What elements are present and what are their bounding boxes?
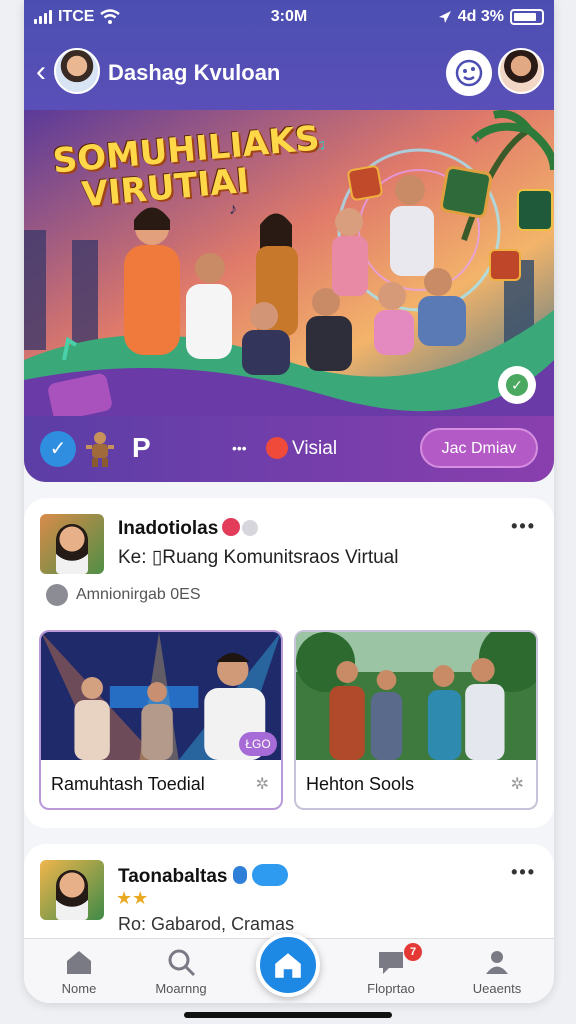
profile-avatar[interactable] xyxy=(498,48,544,94)
star-icons: ★★ xyxy=(116,888,149,908)
sparkle-icon[interactable]: ✲ xyxy=(511,774,524,794)
sparkle-icon[interactable]: ✲ xyxy=(256,774,269,794)
user-icon xyxy=(486,951,508,974)
avatar[interactable] xyxy=(54,48,100,94)
app-header: ‹ Dashag Kvuloan xyxy=(24,46,554,102)
phone-screen: ITCE 3:0M 4d 3% ‹ Dashag Kvuloan ♪ ♫ ♪ S… xyxy=(24,0,554,1003)
post-subtitle: Ke: ▯Ruang Komunitsraos Virtual xyxy=(118,547,399,568)
home-icon xyxy=(67,951,91,974)
media-tile[interactable]: Hehton Sools ✲ xyxy=(294,630,538,810)
status-bar: ITCE 3:0M 4d 3% xyxy=(24,8,554,30)
hero-banner[interactable]: ♪ ♫ ♪ SOMUHILIAKS VIRUTIAI ✓ ✓ P ••• Vis… xyxy=(24,110,554,482)
video-badge-icon xyxy=(252,864,289,886)
nav-search[interactable]: Moarnng xyxy=(136,947,226,996)
post-subtitle: Ro: Gabarod, Cramas xyxy=(118,914,295,934)
post-avatar[interactable] xyxy=(40,514,104,574)
record-icon[interactable] xyxy=(266,437,288,459)
post-author[interactable]: Inadotiolas xyxy=(118,518,259,540)
heart-badge-icon xyxy=(222,518,241,536)
nav-notifications[interactable]: 7 Floprtao xyxy=(346,943,436,996)
home-indicator xyxy=(184,1012,392,1018)
svg-text:♪: ♪ xyxy=(474,131,481,147)
post-author[interactable]: Taonabaltas xyxy=(118,864,289,888)
post-card: Taonabaltas ••• ★★ Ro: Gabarod, Cramas xyxy=(24,844,554,944)
top-bar: ITCE 3:0M 4d 3% ‹ Dashag Kvuloan xyxy=(24,0,554,110)
tag-icon xyxy=(46,584,68,606)
emoji-button[interactable] xyxy=(446,50,492,96)
media-tile[interactable]: ŁGO Ramuhtash Toedial ✲ xyxy=(39,630,283,810)
hero-action-bar: ✓ P ••• Visial Jac Dmiav xyxy=(24,416,554,482)
nav-home[interactable]: Nome xyxy=(34,947,124,996)
character-icon[interactable] xyxy=(84,430,116,468)
svg-text:♪: ♪ xyxy=(229,201,237,218)
battery-icon xyxy=(510,9,544,25)
post-card: Inadotiolas ••• Ke: ▯Ruang Komunitsraos … xyxy=(24,498,554,828)
battery-percent: 4d 3% xyxy=(457,8,504,25)
bottom-navigation: Nome Moarnng 7 Floprtao Ueaents xyxy=(24,933,554,1003)
search-icon xyxy=(168,949,196,977)
tile-tag: ŁGO xyxy=(239,732,277,756)
home-fab-button[interactable] xyxy=(256,933,320,997)
tile-caption: Hehton Sools xyxy=(306,774,415,794)
p-icon[interactable]: P xyxy=(132,432,151,464)
post-avatar[interactable] xyxy=(40,860,104,920)
notification-badge: 7 xyxy=(404,943,422,961)
ellipsis-icon: ••• xyxy=(232,440,247,456)
post-meta: Amnionirgab 0ES xyxy=(46,584,201,606)
location-icon xyxy=(438,11,451,23)
page-title: Dashag Kvuloan xyxy=(108,60,281,85)
verified-icon xyxy=(232,866,247,884)
visial-label[interactable]: Visial xyxy=(292,438,337,460)
more-options-icon[interactable]: ••• xyxy=(511,862,536,883)
home-icon xyxy=(275,953,301,978)
check-icon: ✓ xyxy=(506,374,528,396)
tile-image xyxy=(296,632,536,760)
tile-caption: Ramuhtash Toedial xyxy=(51,774,205,794)
smile-icon xyxy=(455,59,483,87)
verified-badge: ✓ xyxy=(498,366,536,404)
checkmark-button[interactable]: ✓ xyxy=(40,431,76,467)
lock-badge-icon xyxy=(242,520,259,536)
chat-icon xyxy=(379,952,403,974)
nav-profile[interactable]: Ueaents xyxy=(452,947,542,996)
more-options-icon[interactable]: ••• xyxy=(511,516,536,537)
join-button[interactable]: Jac Dmiav xyxy=(420,428,538,468)
